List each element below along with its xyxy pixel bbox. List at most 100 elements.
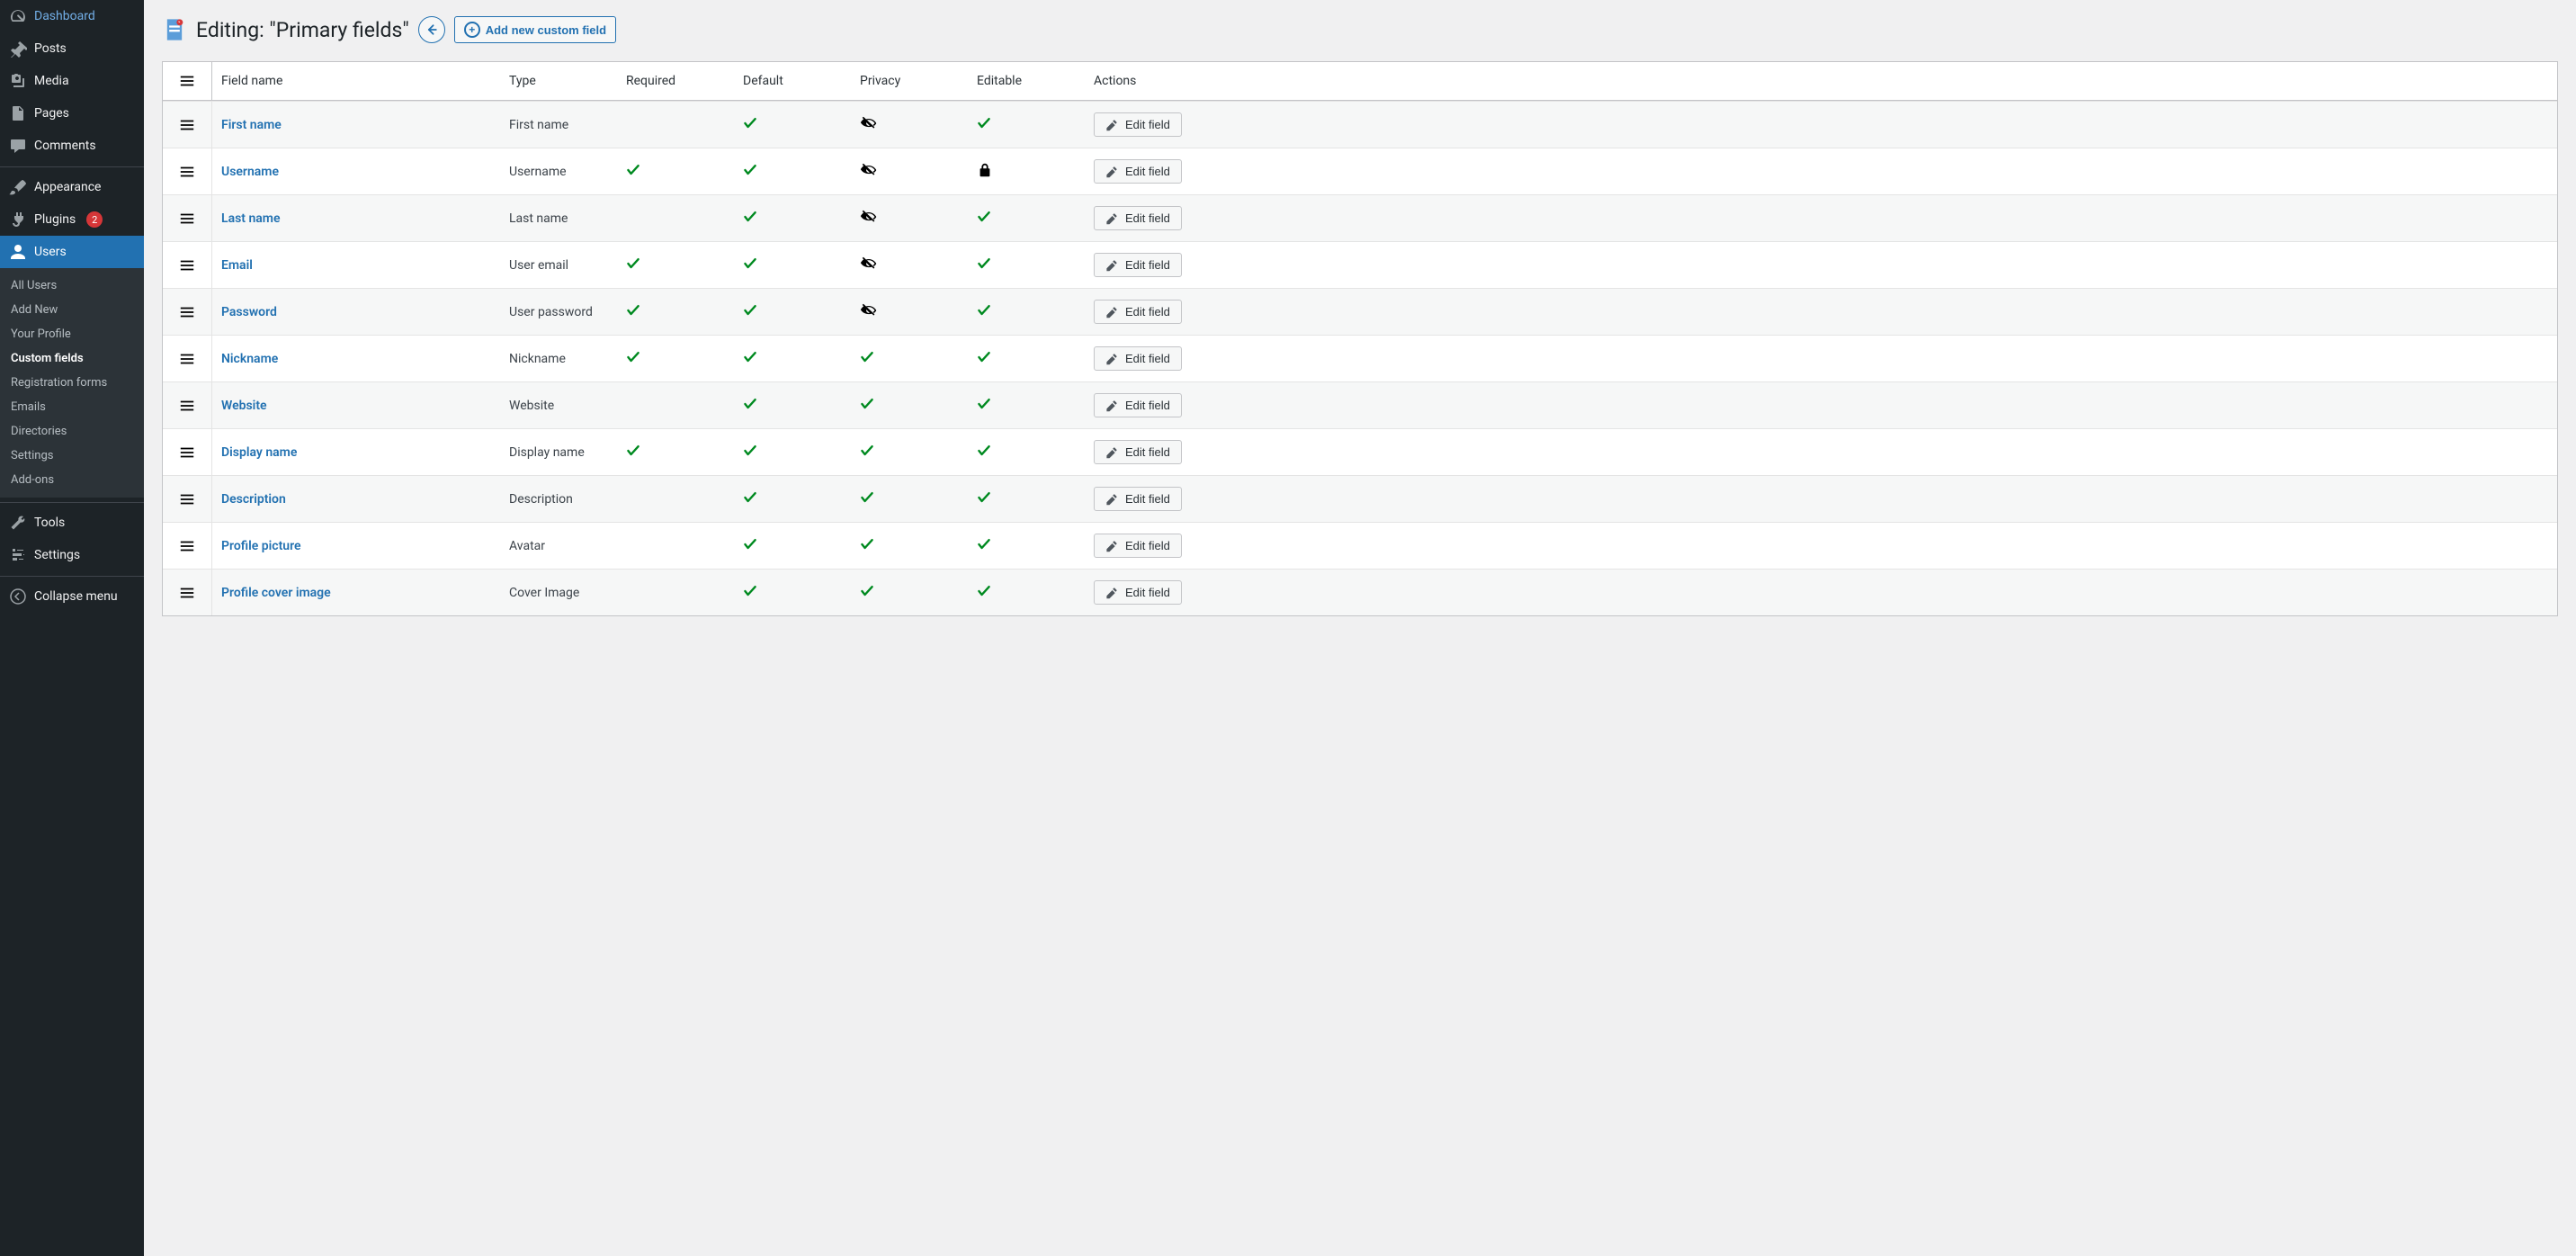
add-new-custom-field-button[interactable]: + Add new custom field: [454, 16, 616, 43]
field-type: Last name: [500, 201, 617, 237]
edit-field-button[interactable]: Edit field: [1094, 534, 1182, 558]
drag-handle[interactable]: [163, 382, 212, 428]
collapse-label: Collapse menu: [34, 589, 118, 604]
edit-field-button[interactable]: Edit field: [1094, 112, 1182, 137]
required-cell: [617, 433, 734, 472]
eye-off-icon: [860, 208, 878, 226]
check-icon: [626, 256, 640, 271]
edit-field-button[interactable]: Edit field: [1094, 300, 1182, 324]
back-button[interactable]: [418, 16, 445, 43]
actions-cell: Edit field: [1085, 195, 2557, 241]
edit-field-button[interactable]: Edit field: [1094, 440, 1182, 464]
field-name-link[interactable]: Nickname: [221, 352, 278, 366]
field-name-link[interactable]: Display name: [221, 445, 297, 460]
check-icon: [743, 256, 757, 271]
fields-table: Field nameTypeRequiredDefaultPrivacyEdit…: [162, 61, 2558, 616]
editable-cell: [968, 199, 1085, 238]
table-row: Display name Display name Edit field: [163, 428, 2557, 475]
pencil-icon: [1105, 119, 1118, 131]
sidebar-item-label: Pages: [34, 106, 69, 121]
drag-handle[interactable]: [163, 336, 212, 381]
field-name-link[interactable]: Profile picture: [221, 539, 301, 553]
edit-field-button[interactable]: Edit field: [1094, 159, 1182, 184]
edit-field-button[interactable]: Edit field: [1094, 487, 1182, 511]
field-name-link[interactable]: Password: [221, 305, 277, 319]
edit-button-label: Edit field: [1125, 258, 1170, 272]
required-cell: [617, 489, 734, 510]
privacy-cell: [851, 433, 968, 472]
edit-field-button[interactable]: Edit field: [1094, 346, 1182, 371]
sidebar-item-settings[interactable]: Settings: [0, 539, 144, 571]
field-name-link[interactable]: Email: [221, 258, 253, 273]
edit-button-label: Edit field: [1125, 165, 1170, 178]
hamburger-icon: [179, 444, 195, 461]
required-cell: [617, 535, 734, 557]
check-icon: [626, 350, 640, 364]
collapse-menu[interactable]: Collapse menu: [0, 580, 144, 613]
sidebar-item-dashboard[interactable]: Dashboard: [0, 0, 144, 32]
sidebar-item-tools[interactable]: Tools: [0, 507, 144, 539]
submenu-item-all-users[interactable]: All Users: [0, 274, 144, 298]
field-name-link[interactable]: Website: [221, 399, 267, 413]
sidebar-item-label: Posts: [34, 41, 67, 56]
submenu-item-addons[interactable]: Add-ons: [0, 468, 144, 492]
actions-cell: Edit field: [1085, 476, 2557, 522]
submenu-item-settings[interactable]: Settings: [0, 444, 144, 468]
sidebar-item-media[interactable]: Media: [0, 65, 144, 97]
field-name-link[interactable]: Profile cover image: [221, 586, 331, 600]
privacy-cell: [851, 150, 968, 193]
submenu-item-add-new[interactable]: Add New: [0, 298, 144, 322]
edit-field-button[interactable]: Edit field: [1094, 206, 1182, 230]
field-name-link[interactable]: Description: [221, 492, 286, 507]
eye-off-icon: [860, 255, 878, 273]
check-icon: [743, 350, 757, 364]
sidebar-item-plugins[interactable]: Plugins2: [0, 203, 144, 236]
drag-handle[interactable]: [163, 476, 212, 522]
privacy-cell: [851, 526, 968, 566]
check-icon: [860, 537, 874, 552]
drag-handle[interactable]: [163, 148, 212, 194]
default-cell: [734, 433, 851, 472]
submenu-item-custom-fields[interactable]: Custom fields: [0, 346, 144, 371]
sliders-icon: [9, 546, 27, 564]
drag-handle[interactable]: [163, 523, 212, 569]
hamburger-icon: [179, 117, 195, 133]
hamburger-icon: [179, 164, 195, 180]
field-name-link[interactable]: First name: [221, 118, 282, 132]
sidebar-item-label: Tools: [34, 516, 65, 530]
submenu-item-your-profile[interactable]: Your Profile: [0, 322, 144, 346]
submenu-item-emails[interactable]: Emails: [0, 395, 144, 419]
table-row: WebsiteWebsiteEdit field: [163, 381, 2557, 428]
drag-handle[interactable]: [163, 429, 212, 475]
drag-handle[interactable]: [163, 242, 212, 288]
edit-field-button[interactable]: Edit field: [1094, 393, 1182, 417]
plus-icon: +: [464, 22, 480, 38]
sidebar-item-posts[interactable]: Posts: [0, 32, 144, 65]
sidebar-item-appearance[interactable]: Appearance: [0, 171, 144, 203]
table-body: First nameFirst nameEdit fieldUsernameUs…: [163, 101, 2557, 615]
drag-handle[interactable]: [163, 570, 212, 615]
edit-field-button[interactable]: Edit field: [1094, 253, 1182, 277]
editable-cell: [968, 433, 1085, 472]
field-name-link[interactable]: Last name: [221, 211, 281, 226]
field-type: Display name: [500, 435, 617, 471]
check-icon: [860, 584, 874, 598]
col-actions: Actions: [1085, 63, 2557, 99]
user-icon: [9, 243, 27, 261]
drag-handle[interactable]: [163, 195, 212, 241]
check-icon: [977, 584, 991, 598]
sidebar-item-users[interactable]: Users: [0, 236, 144, 268]
privacy-cell: [851, 103, 968, 147]
edit-field-button[interactable]: Edit field: [1094, 580, 1182, 605]
submenu-item-reg-forms[interactable]: Registration forms: [0, 371, 144, 395]
default-cell: [734, 292, 851, 332]
sidebar-item-comments[interactable]: Comments: [0, 130, 144, 162]
drag-handle[interactable]: [163, 289, 212, 335]
submenu-item-directories[interactable]: Directories: [0, 419, 144, 444]
check-icon: [977, 303, 991, 318]
field-name-link[interactable]: Username: [221, 165, 279, 179]
drag-handle[interactable]: [163, 102, 212, 148]
menu-separator: [0, 571, 144, 577]
hamburger-icon: [179, 491, 195, 507]
sidebar-item-pages[interactable]: Pages: [0, 97, 144, 130]
